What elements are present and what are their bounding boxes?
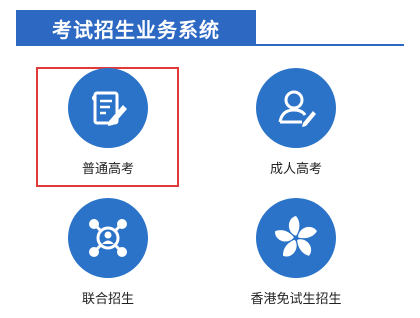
tile-label: 成人高考 (269, 162, 322, 177)
tile-lianhe-zhaosheng[interactable]: 联合招生 (38, 198, 178, 318)
tile-icon-circle (256, 68, 336, 148)
tile-chengren-gaokao[interactable]: 成人高考 (226, 68, 366, 188)
header-divider (16, 44, 404, 46)
tile-icon-circle (68, 68, 148, 148)
network-person-icon (89, 219, 127, 257)
tile-icon-circle (256, 198, 336, 278)
tile-label: 普通高考 (81, 162, 134, 177)
tile-label: 香港免试生招生 (250, 292, 342, 307)
tile-putong-gaokao[interactable]: 普通高考 (38, 68, 178, 188)
tile-label: 联合招生 (81, 292, 134, 307)
page-title-bar: 考试招生业务系统 (16, 10, 256, 46)
bauhinia-flower-icon (275, 216, 317, 257)
person-edit-icon (278, 90, 316, 127)
tile-icon-circle (68, 198, 148, 278)
tile-xianggang-mianshisheng[interactable]: 香港免试生招生 (226, 198, 366, 318)
document-edit-icon (92, 91, 127, 126)
page-title: 考试招生业务系统 (52, 17, 220, 42)
